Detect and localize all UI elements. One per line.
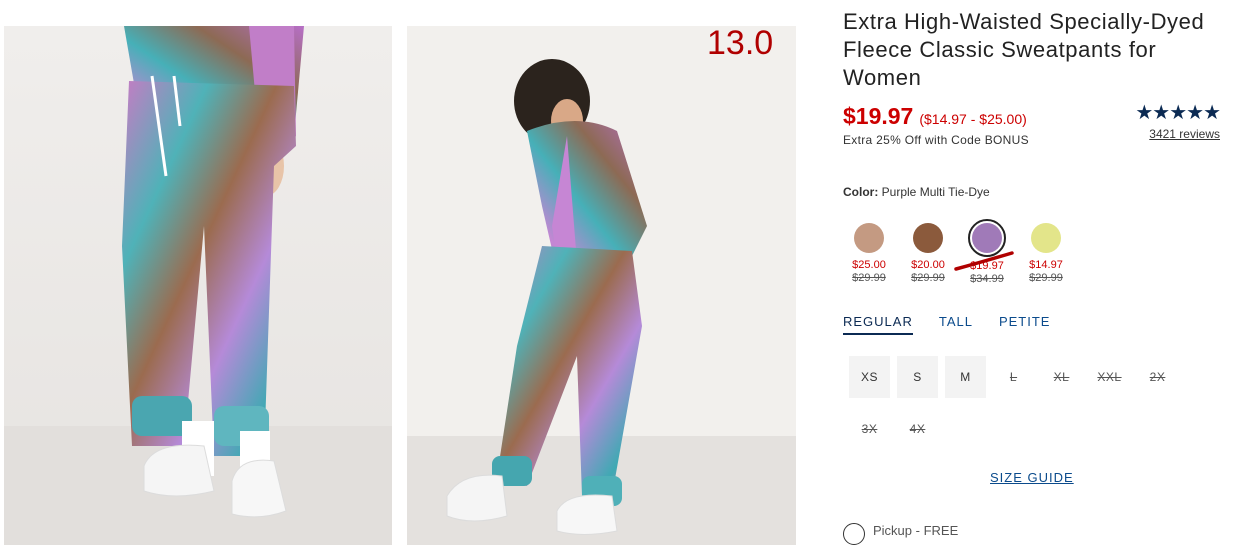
color-swatch[interactable]: $25.00 $29.99 xyxy=(848,220,890,286)
current-price: $19.97 xyxy=(843,103,914,129)
swatch-sale-price: $20.00 xyxy=(911,259,945,271)
swatch-sale-price: $19.97 xyxy=(970,260,1004,272)
swatch-dot xyxy=(913,223,943,253)
color-swatch-selected[interactable]: $19.97 $34.99 xyxy=(954,219,1014,286)
size-2x[interactable]: 2X xyxy=(1137,356,1178,398)
photo-side-illustration xyxy=(407,26,796,545)
swatch-original-price: $29.99 xyxy=(911,272,945,284)
size-m[interactable]: M xyxy=(945,356,986,398)
selected-ring xyxy=(968,219,1006,257)
tab-regular[interactable]: REGULAR xyxy=(843,314,913,335)
color-swatch[interactable]: $20.00 $29.99 xyxy=(907,220,949,286)
pickup-radio[interactable] xyxy=(843,523,865,545)
swatch-original-price: $34.99 xyxy=(970,273,1004,285)
size-4x[interactable]: 4X xyxy=(897,408,938,450)
color-swatches: $25.00 $29.99 $20.00 $29.99 $19.97 $34.9… xyxy=(848,219,1067,286)
price-row: $19.97 ($14.97 - $25.00) xyxy=(843,103,1027,130)
size-guide-link[interactable]: SIZE GUIDE xyxy=(990,470,1074,485)
swatch-dot xyxy=(1031,223,1061,253)
photo-front-illustration xyxy=(4,26,392,545)
size-xxl[interactable]: XXL xyxy=(1089,356,1130,398)
size-options: XS S M L XL XXL 2X 3X 4X xyxy=(849,356,1189,450)
reviews-link[interactable]: 3421 reviews xyxy=(1118,127,1220,141)
star-rating-icon: ★★★★★ xyxy=(1135,102,1221,124)
swatch-dot xyxy=(972,223,1002,253)
size-xs[interactable]: XS xyxy=(849,356,890,398)
color-label-key: Color: xyxy=(843,185,879,199)
size-l[interactable]: L xyxy=(993,356,1034,398)
size-xl[interactable]: XL xyxy=(1041,356,1082,398)
swatch-sale-price: $14.97 xyxy=(1029,259,1063,271)
color-swatch[interactable]: $14.97 $29.99 xyxy=(1025,220,1067,286)
pickup-label: Pickup - FREE xyxy=(873,522,959,538)
product-image-side[interactable] xyxy=(407,26,796,545)
promo-text: Extra 25% Off with Code BONUS xyxy=(843,133,1029,147)
swatch-original-price: $29.99 xyxy=(1029,272,1063,284)
pickup-option[interactable]: Pickup - FREE xyxy=(843,523,958,545)
color-label: Color: Purple Multi Tie-Dye xyxy=(843,185,990,199)
product-rating[interactable]: ★★★★★ 3421 reviews xyxy=(1118,102,1221,141)
size-s[interactable]: S xyxy=(897,356,938,398)
swatch-dot xyxy=(854,223,884,253)
swatch-sale-price: $25.00 xyxy=(852,259,886,271)
price-range: ($14.97 - $25.00) xyxy=(919,111,1027,127)
size-3x[interactable]: 3X xyxy=(849,408,890,450)
tab-tall[interactable]: TALL xyxy=(939,314,973,335)
product-image-front[interactable] xyxy=(4,26,392,545)
product-title: Extra High-Waisted Specially-Dyed Fleece… xyxy=(843,9,1205,90)
swatch-original-price: $29.99 xyxy=(852,272,886,284)
selected-color-name: Purple Multi Tie-Dye xyxy=(881,185,990,199)
fit-tabs: REGULAR TALL PETITE xyxy=(843,314,1050,335)
step-counter-overlay: 13.0 xyxy=(707,24,774,62)
tab-petite[interactable]: PETITE xyxy=(999,314,1051,335)
